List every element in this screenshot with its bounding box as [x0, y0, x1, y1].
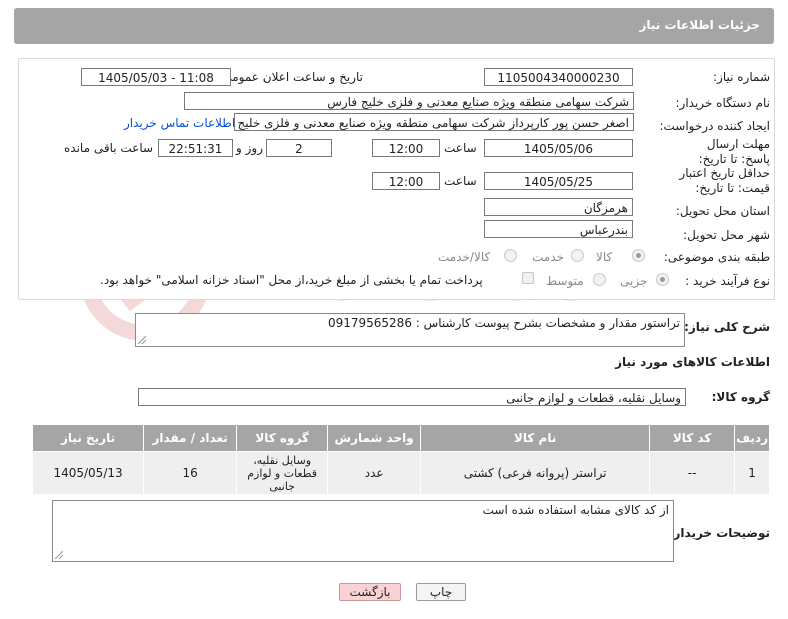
cell-code: -- — [649, 451, 736, 495]
process-label: نوع فرآيند خريد : — [685, 274, 770, 288]
page-title: جزئيات اطلاعات نياز — [639, 18, 760, 32]
buyer-notes-label: توضيحات خريدار: — [668, 526, 770, 540]
process-option-minor: جزيی — [620, 274, 648, 288]
deadline-date-field: 1405/05/06 — [484, 139, 633, 157]
days-label: روز و — [236, 141, 263, 155]
col-qty: تعداد / مقدار — [143, 424, 238, 452]
print-button[interactable]: چاپ — [416, 583, 466, 601]
buyer-notes-text: از کد کالای مشابه استفاده شده است — [482, 503, 669, 517]
announce-datetime-field: 1405/05/03 - 11:08 — [81, 68, 231, 86]
province-field: هرمزگان — [484, 198, 633, 216]
deadline-label: مهلت ارسال پاسخ: تا تاريخ: — [698, 137, 770, 166]
category-radio-goods-service[interactable] — [504, 249, 517, 262]
announce-label: تاريخ و ساعت اعلان عمومی: — [218, 70, 363, 84]
goods-group-field: وسايل نقليه، قطعات و لوازم جانبی — [138, 388, 686, 406]
col-date: تاريخ نياز — [31, 424, 145, 452]
cell-unit: عدد — [327, 451, 422, 495]
goods-table: رديف کد کالا نام کالا واحد شمارش گروه کا… — [31, 424, 770, 495]
requester-field: اصغر حسن پور کارپرداز شرکت سهامی منطقه و… — [234, 113, 634, 131]
cell-name: تراستر (پروانه فرعی) کشتی — [420, 451, 651, 495]
category-option-goods: کالا — [596, 250, 613, 264]
remaining-time-label: ساعت باقی مانده — [64, 141, 154, 155]
category-radio-goods[interactable] — [632, 249, 645, 262]
category-radio-service[interactable] — [571, 249, 584, 262]
requester-label: ايجاد کننده درخواست: — [659, 119, 770, 133]
process-option-medium: متوسط — [546, 274, 584, 288]
resize-handle[interactable] — [55, 551, 63, 559]
description-label: شرح کلی نياز: — [684, 320, 770, 334]
deadline-time-label: ساعت — [444, 141, 477, 155]
cell-group: وسايل نقليه، قطعات و لوازم جانبی — [236, 451, 329, 495]
back-button[interactable]: بازگشت — [339, 583, 401, 601]
price-validity-time-label: ساعت — [444, 174, 477, 188]
treasury-payment-checkbox[interactable] — [522, 272, 534, 284]
description-textarea: تراستور مقدار و مشخصات بشرح پيوست کارشنا… — [135, 313, 685, 347]
cell-qty: 16 — [143, 451, 238, 495]
price-validity-label: حداقل تاريخ اعتبار قيمت: تا تاريخ: — [679, 166, 770, 195]
city-field: بندرعباس — [484, 220, 633, 238]
col-code: کد کالا — [649, 424, 736, 452]
table-row: 1 -- تراستر (پروانه فرعی) کشتی عدد وسايل… — [31, 451, 770, 495]
city-label: شهر محل تحويل: — [683, 228, 770, 242]
col-group: گروه کالا — [236, 424, 329, 452]
need-number-field: 1105004340000230 — [484, 68, 633, 86]
col-unit: واحد شمارش — [327, 424, 422, 452]
col-name: نام کالا — [420, 424, 651, 452]
treasury-payment-note: پرداخت تمام يا بخشی از مبلغ خريد،از محل … — [100, 273, 483, 287]
cell-date: 1405/05/13 — [31, 451, 145, 495]
category-option-service: خدمت — [532, 250, 564, 264]
description-text: تراستور مقدار و مشخصات بشرح پيوست کارشنا… — [327, 316, 680, 330]
process-radio-minor[interactable] — [656, 273, 669, 286]
province-label: استان محل تحويل: — [675, 204, 770, 218]
buyer-notes-textarea: از کد کالای مشابه استفاده شده است — [52, 500, 674, 562]
goods-group-label: گروه کالا: — [711, 390, 770, 404]
category-option-goods-service: کالا/خدمت — [438, 250, 491, 264]
price-validity-date-field: 1405/05/25 — [484, 172, 633, 190]
category-label: طبقه بندی موضوعی: — [663, 250, 770, 264]
price-validity-time-field: 12:00 — [372, 172, 440, 190]
deadline-time-field: 12:00 — [372, 139, 440, 157]
buyer-org-field: شرکت سهامی منطقه ويژه صنايع معدنی و فلزی… — [184, 92, 634, 110]
remaining-time-field: 22:51:31 — [158, 139, 233, 157]
goods-section-title: اطلاعات کالاهای مورد نياز — [615, 355, 770, 369]
page-header: جزئيات اطلاعات نياز — [14, 8, 774, 44]
col-row: رديف — [734, 424, 770, 452]
buyer-contact-link[interactable]: اطلاعات تماس خريدار — [124, 116, 235, 130]
need-number-label: شماره نياز: — [713, 70, 770, 84]
days-remaining-field: 2 — [266, 139, 332, 157]
cell-row: 1 — [734, 451, 770, 495]
buyer-org-label: نام دستگاه خريدار: — [675, 96, 771, 110]
process-radio-medium[interactable] — [593, 273, 606, 286]
table-header-row: رديف کد کالا نام کالا واحد شمارش گروه کا… — [31, 424, 770, 452]
resize-handle[interactable] — [138, 336, 146, 344]
